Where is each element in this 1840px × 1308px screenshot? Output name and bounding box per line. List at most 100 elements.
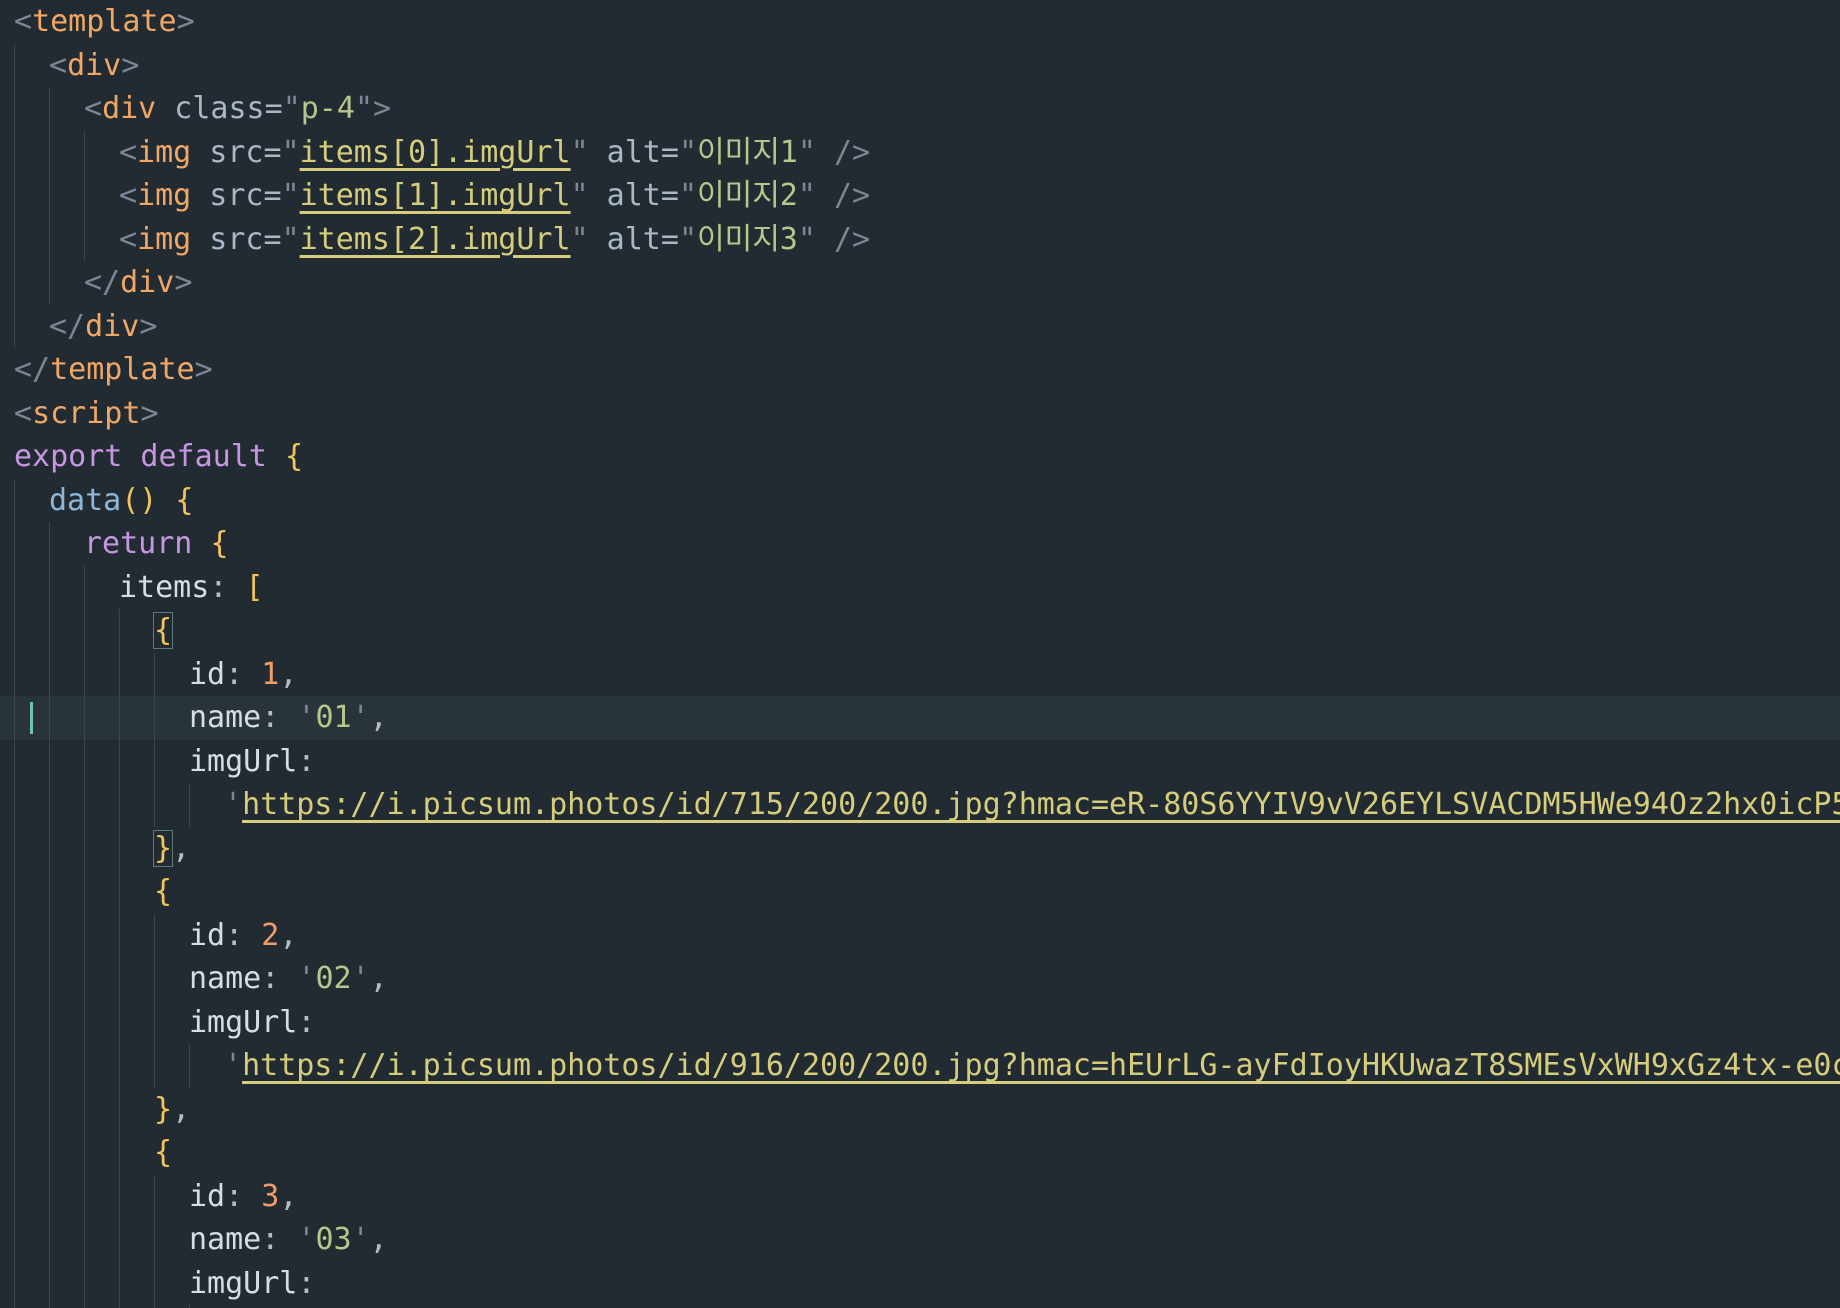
code-line[interactable]: imgUrl:	[0, 1000, 1840, 1044]
code-token: :	[225, 656, 262, 692]
indent-guide	[49, 87, 50, 131]
indent-guide	[84, 652, 85, 696]
code-text: <img src="items[1].imgUrl" alt="이미지2" />	[119, 174, 870, 218]
code-token: <	[119, 178, 138, 213]
indent-guide	[84, 826, 85, 870]
code-line[interactable]: </div>	[0, 304, 1840, 348]
code-token: '	[351, 700, 370, 735]
code-text: <img src="items[0].imgUrl" alt="이미지1" />	[119, 131, 870, 175]
code-text: },	[154, 1088, 190, 1132]
indent-guide	[84, 1000, 85, 1044]
indent-guide	[84, 696, 85, 740]
code-token: data	[49, 482, 122, 518]
code-line[interactable]: data() {	[0, 478, 1840, 522]
code-line[interactable]: {	[0, 870, 1840, 914]
code-line[interactable]: },	[0, 826, 1840, 870]
code-token: 01	[315, 700, 352, 735]
code-token: <	[119, 221, 138, 257]
code-token: ,	[172, 830, 191, 866]
code-line[interactable]: </template>	[0, 348, 1840, 392]
indent-guide	[14, 304, 15, 348]
indent-guide	[49, 1218, 50, 1262]
indent-guide	[49, 957, 50, 1001]
code-token: }	[152, 829, 174, 867]
code-token: :	[297, 743, 316, 779]
indent-guide	[84, 1131, 85, 1175]
indent-guide	[14, 43, 15, 87]
code-text: <script>	[14, 392, 159, 436]
indent-guide	[49, 1174, 50, 1218]
code-line[interactable]: {	[0, 609, 1840, 653]
code-line[interactable]: export default {	[0, 435, 1840, 479]
code-token: p-4	[300, 91, 355, 126]
code-line[interactable]: imgUrl:	[0, 1261, 1840, 1306]
code-token: :	[261, 1222, 298, 1257]
indent-guide	[119, 1261, 120, 1305]
code-line[interactable]: },	[0, 1087, 1840, 1132]
code-text: <div>	[49, 44, 139, 88]
code-line[interactable]: {	[0, 1131, 1840, 1175]
indent-guide	[84, 913, 85, 957]
indent-guide	[14, 565, 15, 609]
code-token: img	[137, 221, 192, 257]
code-line[interactable]: <img src="items[2].imgUrl" alt="이미지3" />	[0, 217, 1840, 261]
code-token: "	[678, 178, 697, 213]
indent-guide	[154, 957, 155, 1001]
indent-guide	[14, 870, 15, 914]
indent-guide	[84, 957, 85, 1001]
indent-guide	[14, 1218, 15, 1262]
code-line[interactable]: id: 3,	[0, 1174, 1840, 1218]
code-line[interactable]: <script>	[0, 392, 1840, 436]
indent-guide	[14, 217, 15, 261]
code-line[interactable]: items: [	[0, 565, 1840, 609]
indent-guide	[49, 522, 50, 566]
code-token: items	[119, 569, 210, 605]
code-line[interactable]: <img src="items[1].imgUrl" alt="이미지2" />	[0, 174, 1840, 218]
indent-guide	[14, 174, 15, 218]
code-line[interactable]: imgUrl:	[0, 739, 1840, 784]
indent-guide	[119, 1044, 120, 1088]
indent-guide	[14, 652, 15, 696]
code-line[interactable]: 'https://i.picsum.photos/id/715/200/200.…	[0, 783, 1840, 827]
code-token: src=	[191, 221, 282, 257]
code-text: imgUrl:	[189, 740, 315, 784]
code-token: template	[50, 352, 195, 387]
indent-guide	[84, 217, 85, 261]
code-token: :	[261, 961, 298, 996]
code-line[interactable]: </div>	[0, 261, 1840, 305]
code-line[interactable]: <div class="p-4">	[0, 87, 1840, 131]
code-token: "	[797, 178, 816, 213]
code-line[interactable]: name: '02',	[0, 957, 1840, 1001]
indent-guide	[49, 913, 50, 957]
code-token: 03	[315, 1222, 352, 1257]
code-line[interactable]: return {	[0, 522, 1840, 566]
indent-guide	[49, 1261, 50, 1305]
code-token: />	[815, 134, 871, 170]
code-line[interactable]: id: 1,	[0, 652, 1840, 696]
code-token: 이미지1	[697, 134, 798, 170]
indent-guide	[189, 1044, 190, 1088]
code-text: imgUrl:	[189, 1262, 315, 1306]
indent-guide	[49, 696, 50, 740]
code-token: />	[815, 221, 871, 257]
code-token: alt=	[588, 178, 679, 213]
indent-guide	[49, 870, 50, 914]
code-token: img	[137, 178, 192, 213]
code-line[interactable]: <div>	[0, 43, 1840, 88]
code-token: https://i.picsum.photos/id/715/200/200.j…	[242, 787, 1840, 822]
code-line[interactable]: name: '01',	[0, 696, 1840, 740]
code-line[interactable]: <template>	[0, 0, 1840, 44]
code-token: <	[14, 4, 33, 39]
code-line[interactable]: name: '03',	[0, 1218, 1840, 1262]
indent-guide	[154, 1000, 155, 1044]
code-editor[interactable]: <template> <div> <div class="p-4"> <img src…	[0, 0, 1840, 1308]
code-token: template	[32, 4, 177, 39]
code-line[interactable]: 'https://i.picsum.photos/id/916/200/200.…	[0, 1044, 1840, 1088]
code-token: }	[154, 1091, 173, 1127]
code-line[interactable]: id: 2,	[0, 913, 1840, 957]
code-token: "	[570, 221, 589, 257]
indent-guide	[14, 957, 15, 1001]
code-line[interactable]: <img src="items[0].imgUrl" alt="이미지1" />	[0, 130, 1840, 175]
code-token: :	[297, 1004, 316, 1040]
indent-guide	[14, 739, 15, 783]
